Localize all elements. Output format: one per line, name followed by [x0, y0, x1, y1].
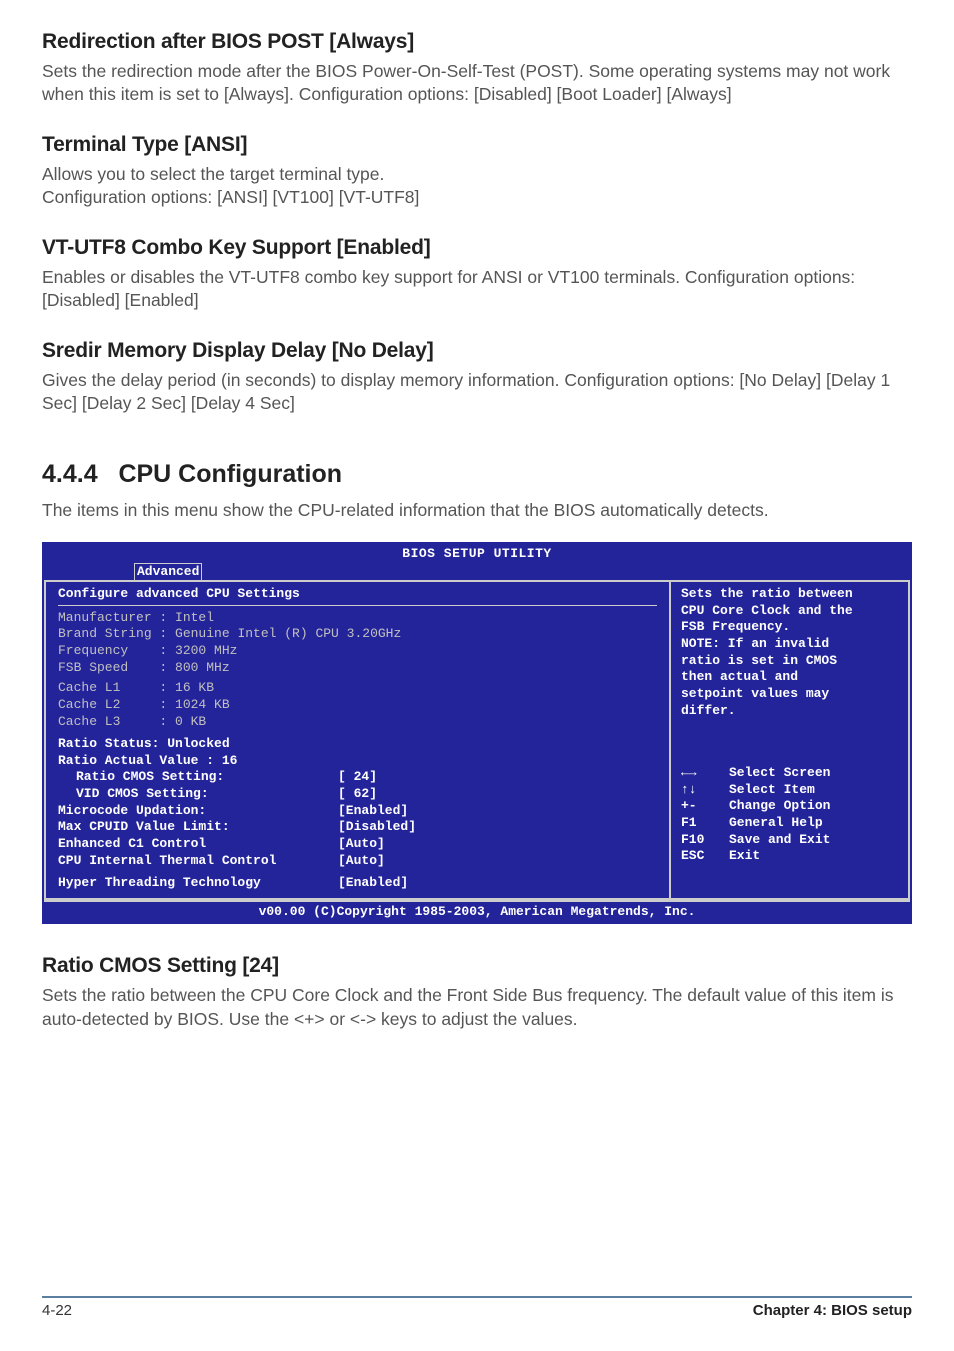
heading-sredir: Sredir Memory Display Delay [No Delay] [42, 339, 912, 363]
heading-vtutf8: VT-UTF8 Combo Key Support [Enabled] [42, 236, 912, 260]
page-number: 4-22 [42, 1302, 72, 1319]
bios-nav-change-option: +-Change Option [681, 798, 900, 815]
text-redirection: Sets the redirection mode after the BIOS… [42, 60, 912, 107]
bios-ratio-actual: Ratio Actual Value : 16 [58, 753, 657, 770]
text-terminal-type: Allows you to select the target terminal… [42, 163, 912, 210]
section-intro: The items in this menu show the CPU-rela… [42, 499, 912, 522]
bios-opt-hyperthreading[interactable]: Hyper Threading Technology[Enabled] [58, 875, 657, 892]
chapter-label: Chapter 4: BIOS setup [753, 1302, 912, 1319]
bios-nav-select-item: ↑↓Select Item [681, 782, 900, 799]
bios-manufacturer: Manufacturer : Intel [58, 610, 657, 627]
bios-ratio-status: Ratio Status: Unlocked [58, 736, 657, 753]
bios-tab-advanced[interactable]: Advanced [134, 563, 202, 581]
heading-redirection: Redirection after BIOS POST [Always] [42, 30, 912, 54]
text-ratio-cmos: Sets the ratio between the CPU Core Cloc… [42, 984, 912, 1031]
page-footer: 4-22 Chapter 4: BIOS setup [42, 1296, 912, 1319]
bios-cache-l2: Cache L2 : 1024 KB [58, 697, 657, 714]
bios-opt-ratio-cmos[interactable]: Ratio CMOS Setting:[ 24] [58, 769, 657, 786]
bios-help-text: Sets the ratio between CPU Core Clock an… [681, 586, 900, 719]
section-number: 4.4.4 [42, 460, 98, 488]
text-vtutf8: Enables or disables the VT-UTF8 combo ke… [42, 266, 912, 313]
heading-terminal-type: Terminal Type [ANSI] [42, 133, 912, 157]
bios-panel-title: Configure advanced CPU Settings [58, 586, 657, 603]
section-title-text: CPU Configuration [118, 460, 342, 488]
bios-nav-general-help: F1General Help [681, 815, 900, 832]
bios-copyright: v00.00 (C)Copyright 1985-2003, American … [44, 900, 910, 923]
bios-frequency: Frequency : 3200 MHz [58, 643, 657, 660]
bios-left-panel: Configure advanced CPU Settings Manufact… [44, 580, 670, 900]
bios-nav-select-screen: ←→Select Screen [681, 765, 900, 782]
bios-opt-microcode[interactable]: Microcode Updation:[Enabled] [58, 803, 657, 820]
bios-right-panel: Sets the ratio between CPU Core Clock an… [670, 580, 910, 900]
bios-fsb: FSB Speed : 800 MHz [58, 660, 657, 677]
bios-opt-max-cpuid[interactable]: Max CPUID Value Limit:[Disabled] [58, 819, 657, 836]
text-sredir: Gives the delay period (in seconds) to d… [42, 369, 912, 416]
bios-opt-thermal[interactable]: CPU Internal Thermal Control[Auto] [58, 853, 657, 870]
bios-tab-row: Advanced [44, 563, 910, 581]
bios-title: BIOS SETUP UTILITY [44, 544, 910, 563]
bios-cache-l1: Cache L1 : 16 KB [58, 680, 657, 697]
bios-opt-vid-cmos[interactable]: VID CMOS Setting:[ 62] [58, 786, 657, 803]
bios-opt-enhanced-c1[interactable]: Enhanced C1 Control[Auto] [58, 836, 657, 853]
bios-nav-save-exit: F10Save and Exit [681, 832, 900, 849]
heading-ratio-cmos: Ratio CMOS Setting [24] [42, 954, 912, 978]
section-title: 4.4.4 CPU Configuration [42, 460, 912, 489]
bios-screenshot: BIOS SETUP UTILITY Advanced Configure ad… [42, 542, 912, 925]
bios-cache-l3: Cache L3 : 0 KB [58, 714, 657, 731]
bios-nav-exit: ESCExit [681, 848, 900, 865]
bios-brand: Brand String : Genuine Intel (R) CPU 3.2… [58, 626, 657, 643]
